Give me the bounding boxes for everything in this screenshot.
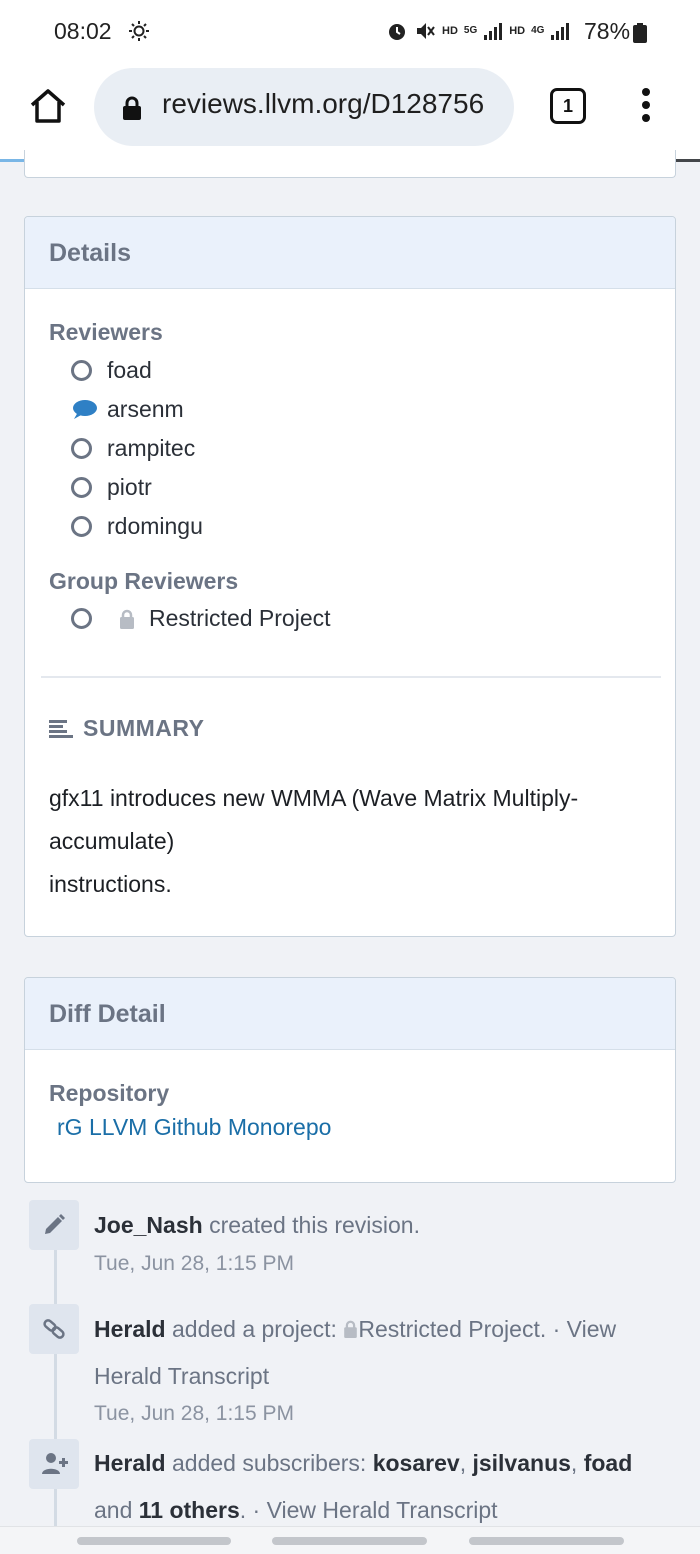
event-text: added a project: [171,1316,337,1342]
network-5g: 5G [463,25,478,36]
url-text[interactable]: reviews.llvm.org/D128756 [162,88,484,120]
hd-indicator-2: HD [509,25,526,37]
pending-circle-icon [71,608,92,629]
timeline-rail [54,1240,57,1540]
text-lines-icon [49,719,73,738]
subscriber-link[interactable]: kosarev [373,1450,460,1476]
summary-heading: SUMMARY [49,715,204,742]
summary-label: SUMMARY [83,715,205,741]
others-link[interactable]: 11 others [139,1497,240,1523]
group-reviewer-name[interactable]: Restricted Project [149,605,331,632]
comment-bubble-icon [73,400,97,419]
subscriber-link[interactable]: jsilvanus [472,1450,570,1476]
pending-circle-icon [71,438,92,459]
pending-circle-icon [71,477,92,498]
reviewer-name[interactable]: rdomingu [107,513,203,540]
and-text: and [94,1497,133,1523]
details-header: Details [25,217,675,289]
repository-label: Repository [49,1080,170,1106]
reviewer-foad: foad [71,357,152,384]
timeline-event-1: Joe_Nash created this revision. [94,1202,674,1249]
previous-card [24,150,676,178]
lock-icon [120,609,134,629]
view-transcript-link[interactable]: . · View Herald Transcript [240,1497,498,1523]
diff-detail-header: Diff Detail [25,978,675,1050]
lock-icon [344,1320,358,1338]
summary-line: instructions. [49,871,172,897]
reviewer-name[interactable]: piotr [107,474,152,501]
tab-switcher-button[interactable]: 1 [550,88,586,124]
status-time: 08:02 [54,18,112,44]
group-reviewers-label: Group Reviewers [49,568,239,594]
view-link[interactable]: · View [553,1316,617,1342]
summary-line: accumulate) [49,828,175,854]
pending-circle-icon [71,360,92,381]
reviewer-name[interactable]: arsenm [107,396,184,423]
reviewer-rdomingu: rdomingu [71,513,203,540]
group-reviewer-restricted: Restricted Project [71,605,331,632]
timeline-icon-2 [29,1304,79,1354]
event-text: created this revision. [209,1212,420,1238]
event-actor[interactable]: Joe_Nash [94,1212,203,1238]
browser-toolbar: reviews.llvm.org/D128756 1 [0,64,700,162]
summary-line: gfx11 introduces new WMMA (Wave Matrix M… [49,785,579,811]
repository-link[interactable]: rG LLVM Github Monorepo [57,1114,331,1141]
reviewers-label: Reviewers [49,319,163,345]
reviewer-piotr: piotr [71,474,152,501]
timeline-icon-3 [29,1439,79,1489]
timeline-icon-1 [29,1200,79,1250]
reviewer-name[interactable]: foad [107,357,152,384]
pending-circle-icon [71,516,92,537]
timeline-event-3: Herald added subscribers: kosarev, jsilv… [94,1450,633,1523]
event-date: Tue, Jun 28, 1:15 PM [94,1402,295,1425]
pencil-icon [45,1214,65,1234]
herald-transcript-link[interactable]: Herald Transcript [94,1353,674,1400]
diff-detail-card: Diff Detail Repository rG LLVM Github Mo… [24,977,676,1183]
hd-indicator: HD [442,25,458,37]
battery-percent: 78% [584,18,631,44]
event-date: Tue, Jun 28, 1:15 PM [94,1252,295,1275]
project-link[interactable]: Restricted Project. [358,1316,546,1342]
add-user-icon [42,1453,68,1474]
bottom-nav-hint [0,1526,700,1554]
summary-text: gfx11 introduces new WMMA (Wave Matrix M… [49,777,659,906]
section-divider [41,676,661,678]
network-4g: 4G [531,25,545,36]
reviewer-arsenm: arsenm [71,396,184,423]
signal-icon [484,23,503,40]
more-menu-icon[interactable] [640,88,652,126]
event-actor[interactable]: Herald [94,1450,166,1476]
address-bar[interactable]: reviews.llvm.org/D128756 [94,68,514,146]
subscriber-link[interactable]: foad [584,1450,633,1476]
signal-icon-2 [551,23,570,40]
alarm-icon [389,24,405,40]
timeline-event-2: Herald added a project: Restricted Proje… [94,1306,674,1400]
lock-icon [123,96,141,120]
battery-icon [633,23,647,43]
reviewer-rampitec: rampitec [71,435,195,462]
details-card: Details Reviewers foad arsenm rampitec p… [24,216,676,937]
link-icon [43,1319,65,1339]
event-actor[interactable]: Herald [94,1316,166,1342]
mute-icon [417,23,435,39]
sun-icon [129,21,149,41]
status-bar: 08:02 HD 5G HD 4G 78% [0,0,700,64]
reviewer-name[interactable]: rampitec [107,435,195,462]
event-text: added subscribers: [171,1450,367,1476]
status-icons: HD 5G HD 4G [386,20,570,42]
home-icon[interactable] [28,86,68,126]
